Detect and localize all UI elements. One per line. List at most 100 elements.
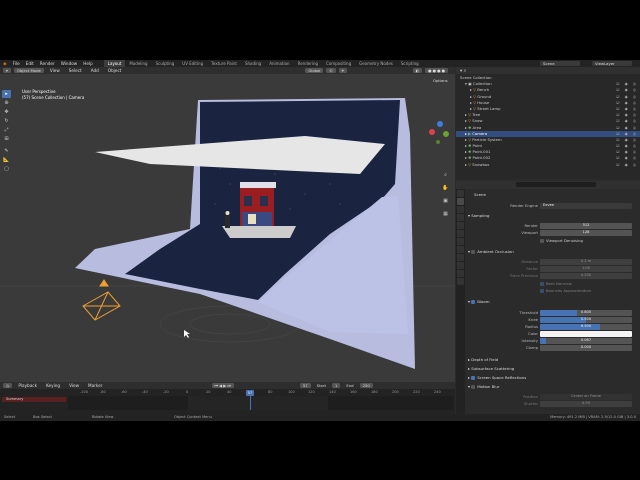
move-tool-icon[interactable]: ✥ (2, 108, 11, 116)
outliner-header: ▾ ⌕ (456, 67, 640, 74)
render-engine-selector[interactable]: Eevee (540, 203, 632, 209)
ao-distance-label: Distance (521, 259, 538, 264)
tick-label: 0 (186, 390, 189, 394)
bloom-section-header[interactable]: ▾ Bloom (468, 299, 490, 305)
sampling-section-header[interactable]: ▾ Sampling (468, 213, 489, 219)
overlay-icon[interactable]: ◐ (412, 68, 423, 73)
end-frame-field[interactable]: 250 (359, 383, 373, 388)
top-menu-bar: ◉ File Edit Render Window Help Layout Mo… (0, 60, 640, 67)
measure-tool-icon[interactable]: 📐 (2, 156, 11, 164)
timeline-menu-keying[interactable]: Keying (43, 383, 63, 388)
timeline-editor-icon[interactable]: ◷ (3, 383, 13, 388)
tick-label: 120 (308, 390, 315, 394)
current-frame-field[interactable]: 57 (299, 383, 311, 388)
transform-tool-icon[interactable]: ⊞ (2, 135, 11, 143)
status-select: Select (4, 415, 16, 419)
bloom-color-swatch[interactable] (540, 331, 632, 337)
tab-compositing[interactable]: Compositing (322, 60, 355, 67)
snap-icon[interactable]: ⌖ (338, 68, 347, 73)
sampling-render-field[interactable]: 512 (540, 223, 632, 229)
view-layer-tab-icon[interactable] (457, 214, 464, 221)
motion-blur-section-header[interactable]: ▾ Motion Blur (468, 384, 499, 390)
dof-section-header[interactable]: ▸ Depth of Field (468, 357, 498, 363)
object-tab-icon[interactable] (457, 238, 464, 245)
3d-viewport[interactable]: User Perspective (57) Scene Collection |… (0, 74, 455, 382)
tick-label: 80 (268, 390, 273, 394)
viewport-denoising-checkbox[interactable]: Viewport Denoising (540, 238, 583, 244)
viewport-menu-object[interactable]: Object (105, 68, 125, 73)
camera-view-icon[interactable]: ▣ (441, 196, 450, 205)
tab-rendering[interactable]: Rendering (294, 60, 322, 67)
bloom-threshold-field[interactable]: 0.800 (540, 310, 632, 316)
summary-channel[interactable]: Summary (2, 397, 66, 402)
bloom-intensity-field[interactable]: 0.067 (540, 338, 632, 344)
tab-sculpting[interactable]: Sculpting (152, 60, 179, 67)
timeline-menu-view[interactable]: View (66, 383, 82, 388)
bloom-radius-field[interactable]: 6.500 (540, 324, 632, 330)
cursor-tool-icon[interactable]: ⊕ (2, 99, 11, 107)
ssr-section-header[interactable]: ▸ Screen Space Reflections (468, 375, 526, 381)
motion-blur-position-field[interactable]: Center on Frame (540, 394, 632, 400)
sss-section-header[interactable]: ▸ Subsurface Scattering (468, 366, 514, 372)
pan-icon[interactable]: ✋ (441, 183, 450, 192)
options-button[interactable]: Options (430, 78, 451, 83)
grid-view-icon[interactable]: ▦ (441, 209, 450, 218)
tab-geometry-nodes[interactable]: Geometry Nodes (355, 60, 397, 67)
bloom-clamp-field[interactable]: 0.000 (540, 345, 632, 351)
menu-help[interactable]: Help (80, 61, 96, 66)
status-box-select: Box Select (33, 415, 52, 419)
menu-window[interactable]: Window (58, 61, 81, 66)
viewport-menu-select[interactable]: Select (66, 68, 85, 73)
pivot-icon[interactable]: ⊙ (326, 68, 336, 73)
sampling-viewport-field[interactable]: 128 (540, 230, 632, 236)
filter-icon[interactable]: ▾ ⌕ (460, 68, 466, 74)
timeline-track-area[interactable]: 57 (68, 390, 453, 410)
scene-selector[interactable]: Scene (540, 61, 580, 66)
annotate-tool-icon[interactable]: ✎ (2, 147, 11, 155)
timeline-menu-marker[interactable]: Marker (85, 383, 105, 388)
menu-file[interactable]: File (10, 61, 23, 66)
timeline-menu-playback[interactable]: Playback (15, 383, 40, 388)
rotate-tool-icon[interactable]: ↻ (2, 117, 11, 125)
playback-controls[interactable]: ⏮ ◀ ▶ ⏭ (211, 383, 234, 388)
zoom-icon[interactable]: ⌕ (441, 170, 450, 179)
bounces-approx-checkbox[interactable]: Bounces Approximation (540, 288, 591, 294)
outliner-row-snowbox[interactable]: ▸ ▽ Snowbox ☑ ◉ ◎ (456, 162, 640, 168)
menu-render[interactable]: Render (37, 61, 58, 66)
scale-tool-icon[interactable]: ⤢ (2, 126, 11, 134)
mode-selector[interactable]: Object Mode (13, 68, 44, 73)
start-frame-field[interactable]: 1 (331, 383, 341, 388)
data-tab-icon[interactable] (457, 278, 464, 285)
ao-section-header[interactable]: ▾ Ambient Occlusion (468, 249, 514, 255)
ao-distance-field[interactable]: 0.2 m (540, 259, 632, 265)
ao-trace-label: Trace Precision (509, 273, 538, 278)
ao-factor-field[interactable]: 1.00 (540, 266, 632, 272)
view-layer-selector[interactable]: ViewLayer (592, 61, 632, 66)
blender-logo-icon[interactable]: ◉ (0, 61, 10, 66)
viewport-menu-add[interactable]: Add (88, 68, 102, 73)
tab-uv-editing[interactable]: UV Editing (178, 60, 207, 67)
editor-type-icon[interactable]: ▾ (3, 68, 11, 73)
tab-animation[interactable]: Animation (265, 60, 293, 67)
shading-modes[interactable]: ● ● ● ● (425, 68, 448, 73)
transform-orientation[interactable]: Global (305, 68, 324, 73)
properties-search[interactable] (516, 182, 596, 187)
bloom-clamp-label: Clamp (525, 345, 538, 350)
add-cube-tool-icon[interactable]: ▢ (2, 165, 11, 173)
menu-edit[interactable]: Edit (23, 61, 37, 66)
viewport-menu-view[interactable]: View (47, 68, 63, 73)
ao-trace-field[interactable]: 0.250 (540, 273, 632, 279)
properties-header (456, 181, 640, 189)
tab-layout[interactable]: Layout (103, 60, 126, 67)
tool-tab-icon[interactable] (457, 190, 464, 197)
status-info: Memory: 491.2 MiB | VRAM: 2.9/12.0 GiB |… (550, 415, 636, 419)
bloom-knee-field[interactable]: 0.500 (540, 317, 632, 323)
tab-modeling[interactable]: Modeling (125, 60, 151, 67)
select-tool-icon[interactable]: ▸ (2, 90, 11, 98)
motion-blur-shutter-field[interactable]: 0.50 (540, 401, 632, 407)
tab-shading[interactable]: Shading (241, 60, 265, 67)
tab-texture-paint[interactable]: Texture Paint (207, 60, 241, 67)
tab-scripting[interactable]: Scripting (397, 60, 423, 67)
bent-normals-checkbox[interactable]: Bent Normals (540, 281, 572, 287)
modifier-tab-icon[interactable] (457, 246, 464, 253)
